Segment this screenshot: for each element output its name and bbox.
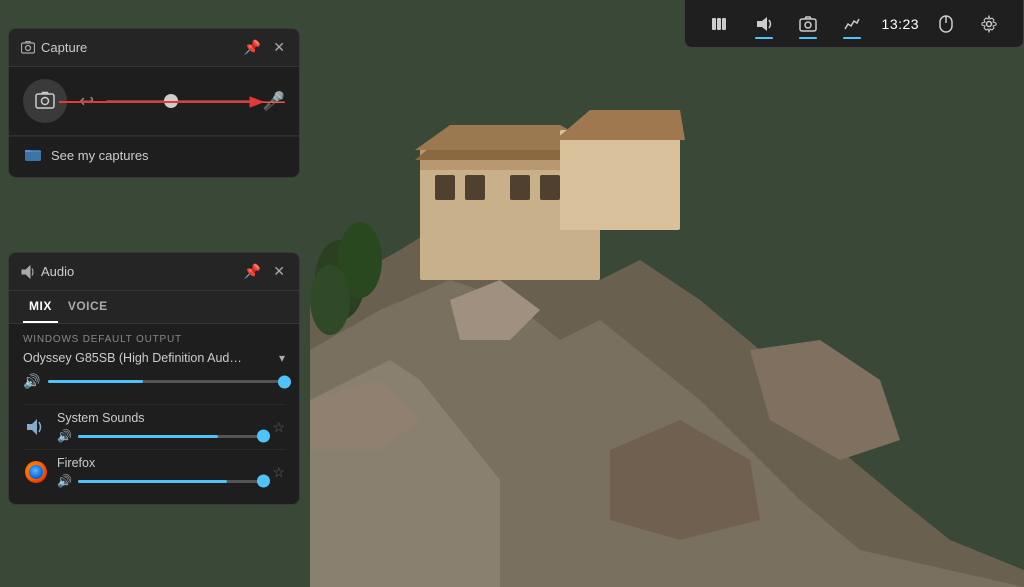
pin-icon[interactable]: 📌	[242, 37, 263, 58]
system-sounds-slider-row: 🔊	[57, 429, 264, 443]
firefox-name: Firefox	[57, 456, 264, 470]
firefox-slider-row: 🔊	[57, 474, 264, 488]
firefox-info: Firefox 🔊	[57, 456, 264, 488]
screenshot-button[interactable]	[23, 79, 67, 123]
main-volume-thumb	[278, 375, 291, 388]
slider-track	[106, 100, 250, 103]
system-sounds-slider[interactable]	[78, 435, 264, 438]
firefox-vol-icon: 🔊	[57, 474, 72, 488]
audio-panel-title: Audio	[21, 264, 74, 279]
see-captures-text: See my captures	[51, 148, 149, 163]
mouse-icon[interactable]	[933, 9, 959, 39]
microphone-muted-icon[interactable]: 🎤 —	[263, 91, 285, 112]
audio-pin-icon[interactable]: 📌	[242, 261, 263, 282]
capture-panel: Capture 📌 ✕ ↩ 🎤 —	[8, 28, 300, 178]
main-volume-fill	[48, 380, 143, 383]
capture-slider[interactable]	[106, 79, 250, 123]
audio-header-controls: 📌 ✕	[242, 261, 287, 282]
main-volume-row: 🔊	[23, 373, 285, 390]
audio-title-icon	[21, 265, 35, 279]
audio-close-icon[interactable]: ✕	[271, 261, 287, 282]
system-sounds-info: System Sounds 🔊	[57, 411, 264, 443]
timer-icon[interactable]: ↩	[79, 91, 94, 112]
audio-device-row: Odyssey G85SB (High Definition Audio D..…	[23, 351, 285, 365]
system-sounds-fill	[78, 435, 218, 438]
tab-mix[interactable]: MIX	[23, 291, 58, 323]
main-volume-icon: 🔊	[23, 373, 40, 390]
system-sounds-icon-area	[23, 414, 49, 440]
audio-content: WINDOWS DEFAULT OUTPUT Odyssey G85SB (Hi…	[9, 324, 299, 504]
firefox-slider[interactable]	[78, 480, 264, 483]
system-sounds-vol-icon: 🔊	[57, 429, 72, 443]
tab-voice[interactable]: VOICE	[62, 291, 114, 323]
firefox-icon-area	[23, 459, 49, 485]
audio-section-label: WINDOWS DEFAULT OUTPUT	[23, 334, 285, 345]
firefox-star-icon[interactable]: ☆	[272, 464, 285, 481]
main-volume-slider[interactable]	[48, 380, 285, 383]
audio-tabs: MIX VOICE	[9, 291, 299, 324]
system-sounds-star-icon[interactable]: ☆	[272, 419, 285, 436]
device-chevron-icon[interactable]: ▾	[279, 351, 285, 365]
audio-device-name: Odyssey G85SB (High Definition Audio D..…	[23, 351, 243, 365]
system-sounds-icon	[25, 416, 47, 438]
capture-controls-area: ↩ 🎤 —	[9, 67, 299, 135]
clock-display: 13:23	[882, 16, 920, 32]
firefox-row: Firefox 🔊 ☆	[23, 449, 285, 494]
performance-icon[interactable]	[837, 9, 867, 39]
capture-header-controls: 📌 ✕	[242, 37, 287, 58]
system-sounds-thumb	[257, 430, 270, 443]
audio-panel-header: Audio 📌 ✕	[9, 253, 299, 291]
slider-thumb	[164, 94, 178, 108]
firefox-icon	[25, 461, 47, 483]
captures-folder-icon	[23, 145, 43, 165]
capture-panel-header: Capture 📌 ✕	[9, 29, 299, 67]
firefox-thumb	[257, 475, 270, 488]
audio-panel: Audio 📌 ✕ MIX VOICE WINDOWS DEFAULT OUTP…	[8, 252, 300, 505]
top-bar: 13:23	[684, 0, 1024, 48]
volume-icon[interactable]	[749, 9, 779, 39]
camera-title-icon	[21, 41, 35, 55]
capture-icon[interactable]	[793, 9, 823, 39]
library-icon[interactable]	[704, 9, 734, 39]
firefox-fill	[78, 480, 227, 483]
settings-icon[interactable]	[974, 9, 1004, 39]
see-captures-link[interactable]: See my captures	[9, 136, 299, 177]
system-sounds-name: System Sounds	[57, 411, 264, 425]
close-icon[interactable]: ✕	[271, 37, 287, 58]
capture-panel-title: Capture	[21, 40, 87, 55]
system-sounds-row: System Sounds 🔊 ☆	[23, 404, 285, 449]
